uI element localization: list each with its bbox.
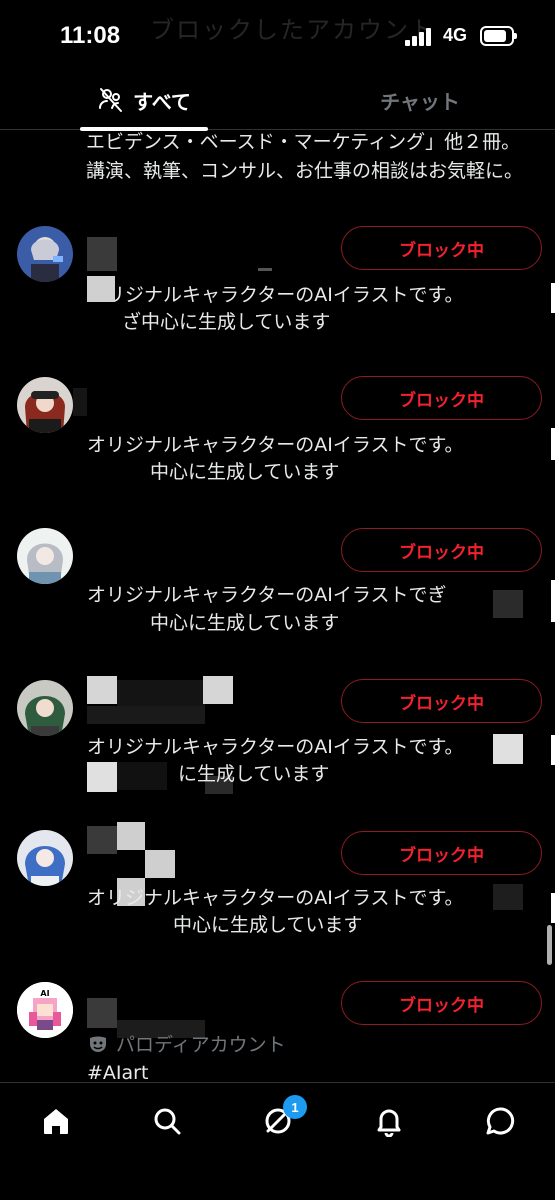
edge-artifact: [551, 428, 555, 460]
user-bio-line2: 中心に生成しています: [150, 612, 340, 634]
blocked-button[interactable]: ブロック中: [341, 226, 542, 270]
redacted-bio: [87, 276, 115, 302]
user-bio-line1: オリジナルキャラクターのAIイラストです。: [87, 434, 464, 456]
avatar[interactable]: AI: [17, 982, 73, 1038]
user-bio-line2: ざ中心に生成しています: [122, 311, 331, 333]
redacted-name: [87, 676, 117, 704]
redacted-name: [117, 822, 145, 850]
svg-text:AI: AI: [40, 989, 49, 998]
nav-home[interactable]: [36, 1101, 76, 1141]
avatar[interactable]: [17, 377, 73, 433]
home-icon: [44, 1109, 68, 1134]
user-bio-line1: オリジナルキャラクターのAIイラストでぎ: [87, 584, 447, 606]
tab-chat-label: チャット: [380, 89, 460, 114]
nav-notifications[interactable]: [369, 1101, 409, 1141]
bio-line: エビデンス・ベースド・マーケティング」他２冊。: [86, 131, 521, 153]
blocked-button[interactable]: ブロック中: [341, 831, 542, 875]
redacted-name: [117, 680, 205, 706]
search-icon: [154, 1108, 181, 1135]
nav-messages[interactable]: [480, 1101, 520, 1141]
user-bio-line2: 中心に生成しています: [150, 461, 340, 483]
user-bio-line1: オリジナルキャラクターのAIイラストです。: [87, 736, 464, 758]
message-icon: [486, 1107, 515, 1135]
redacted-name: [145, 850, 175, 878]
redacted-name: [203, 676, 233, 704]
user-bio-line2: に生成しています: [178, 763, 330, 785]
blocked-button[interactable]: ブロック中: [341, 528, 542, 572]
user-bio-line2: 中心に生成しています: [173, 914, 363, 936]
ghost-header-title: ブロックしたアカウント: [150, 16, 436, 44]
redacted-name: [87, 826, 117, 854]
redacted-handle: [87, 706, 205, 724]
avatar[interactable]: [17, 226, 73, 282]
bell-icon: [377, 1109, 401, 1137]
parody-text: パロディアカウント: [116, 1034, 286, 1056]
parody-label: パロディアカウント: [88, 1030, 286, 1057]
hashtag-link[interactable]: #AIart: [87, 1062, 148, 1084]
redacted-bio: [493, 884, 523, 910]
people-off-icon: [99, 88, 123, 112]
messages-badge: 1: [283, 1095, 307, 1119]
redacted-name: [73, 388, 87, 416]
avatar[interactable]: [17, 680, 73, 736]
previous-user-bio: エビデンス・ベースド・マーケティング」他２冊。 講演、執筆、コンサル、お仕事の相…: [86, 128, 523, 186]
scrollbar[interactable]: [547, 925, 552, 965]
parody-mask-icon: [90, 1036, 106, 1052]
redacted-bio: [493, 734, 523, 764]
blocked-button[interactable]: ブロック中: [341, 376, 542, 420]
edge-artifact: [551, 580, 555, 622]
network-type: 4G: [443, 25, 468, 45]
signal-icon: [405, 28, 435, 46]
blocked-button[interactable]: ブロック中: [341, 981, 542, 1025]
bio-line: 講演、執筆、コンサル、お仕事の相談はお気軽に。: [86, 160, 524, 182]
tab-all-label: すべて: [133, 89, 191, 114]
avatar[interactable]: [17, 830, 73, 886]
status-bar: ブロックしたアカウント 11:08 4G: [0, 0, 555, 70]
edge-artifact: [551, 735, 555, 765]
redacted-name: [258, 268, 272, 271]
edge-artifact: [551, 283, 555, 313]
redacted-name: [87, 998, 117, 1028]
redacted-bio: [87, 762, 117, 792]
avatar[interactable]: [17, 528, 73, 584]
tab-bar: すべて チャット: [0, 70, 555, 131]
redacted-bio: [117, 762, 167, 790]
battery-icon: [480, 26, 517, 46]
nav-search[interactable]: [147, 1101, 187, 1141]
redacted-name: [87, 237, 117, 271]
status-time: 11:08: [60, 22, 121, 49]
user-bio-line1: オリジナルキャラクターのAIイラストです。: [87, 284, 464, 306]
edge-artifact: [551, 893, 555, 923]
tab-all[interactable]: すべて: [80, 70, 208, 131]
redacted-bio: [493, 590, 523, 618]
bottom-nav: 1: [0, 1082, 555, 1200]
tab-chat[interactable]: チャット: [340, 70, 500, 130]
blocked-button[interactable]: ブロック中: [341, 679, 542, 723]
user-bio-line1: オリジナルキャラクターのAIイラストです。: [87, 887, 464, 909]
